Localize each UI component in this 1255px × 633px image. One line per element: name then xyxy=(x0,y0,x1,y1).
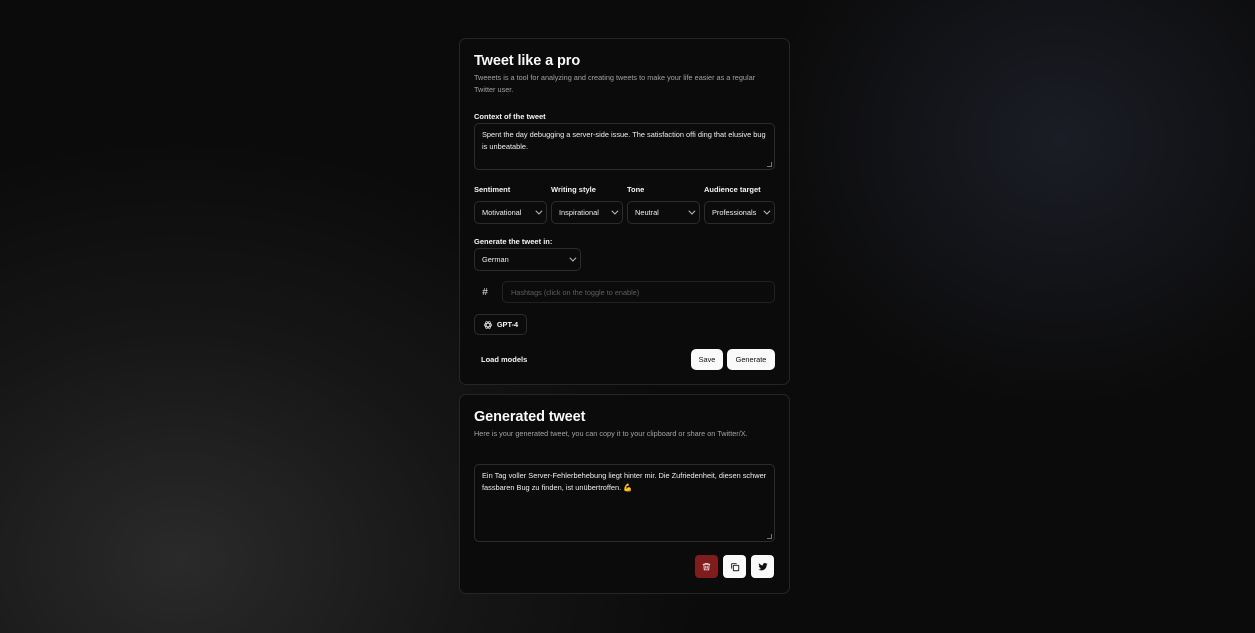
chevron-down-icon xyxy=(535,207,543,215)
tone-value: Neutral xyxy=(635,208,659,217)
audience-target-select[interactable]: Professionals xyxy=(704,201,775,224)
copy-button[interactable] xyxy=(723,555,746,578)
share-twitter-button[interactable] xyxy=(751,555,774,578)
generated-tweet-card: Generated tweet Here is your generated t… xyxy=(459,394,790,594)
resize-grip-icon[interactable] xyxy=(767,162,772,167)
copy-icon xyxy=(730,562,739,571)
language-label: Generate the tweet in: xyxy=(474,237,553,246)
trash-icon xyxy=(702,563,711,571)
context-text: Spent the day debugging a server-side is… xyxy=(482,130,766,151)
sentiment-label: Sentiment xyxy=(474,185,511,194)
language-value: German xyxy=(482,255,509,264)
composer-description: Tweeets is a tool for analyzing and crea… xyxy=(474,73,756,94)
tone-select[interactable]: Neutral xyxy=(627,201,700,224)
generate-button[interactable]: Generate xyxy=(727,349,775,370)
sentiment-select[interactable]: Motivational xyxy=(474,201,547,224)
hashtag-toggle[interactable]: # xyxy=(474,281,496,303)
hashtags-input[interactable]: Hashtags (click on the toggle to enable) xyxy=(502,281,775,303)
generated-tweet-textarea[interactable]: Ein Tag voller Server-Fehlerbehebung lie… xyxy=(474,464,775,542)
chevron-down-icon xyxy=(569,254,577,262)
audience-target-value: Professionals xyxy=(712,208,757,217)
model-select-button[interactable]: GPT-4 xyxy=(474,314,527,335)
hashtags-placeholder: Hashtags (click on the toggle to enable) xyxy=(511,287,640,297)
model-label: GPT-4 xyxy=(496,320,519,329)
save-button[interactable]: Save xyxy=(691,349,723,370)
composer-title: Tweet like a pro xyxy=(474,53,581,69)
openai-icon xyxy=(483,320,492,329)
load-models-button[interactable]: Load models xyxy=(481,355,527,364)
delete-button[interactable] xyxy=(695,555,718,578)
chevron-down-icon xyxy=(611,207,619,215)
writing-style-select[interactable]: Inspirational xyxy=(551,201,623,224)
context-textarea[interactable]: Spent the day debugging a server-side is… xyxy=(474,123,775,170)
chevron-down-icon xyxy=(763,207,771,215)
sentiment-value: Motivational xyxy=(482,208,522,217)
hashtag-icon: # xyxy=(482,286,488,298)
chevron-down-icon xyxy=(688,207,696,215)
tweet-composer-card: Tweet like a pro Tweeets is a tool for a… xyxy=(459,38,790,385)
twitter-icon xyxy=(757,562,768,570)
writing-style-label: Writing style xyxy=(551,185,596,194)
language-select[interactable]: German xyxy=(474,248,581,271)
result-description: Here is your generated tweet, you can co… xyxy=(474,429,748,438)
tone-label: Tone xyxy=(627,185,645,194)
result-title: Generated tweet xyxy=(474,409,586,425)
audience-target-label: Audience target xyxy=(704,185,761,194)
generated-tweet-text: Ein Tag voller Server-Fehlerbehebung lie… xyxy=(482,471,767,492)
writing-style-value: Inspirational xyxy=(559,208,599,217)
resize-grip-icon[interactable] xyxy=(767,534,772,539)
context-label: Context of the tweet xyxy=(474,112,546,121)
